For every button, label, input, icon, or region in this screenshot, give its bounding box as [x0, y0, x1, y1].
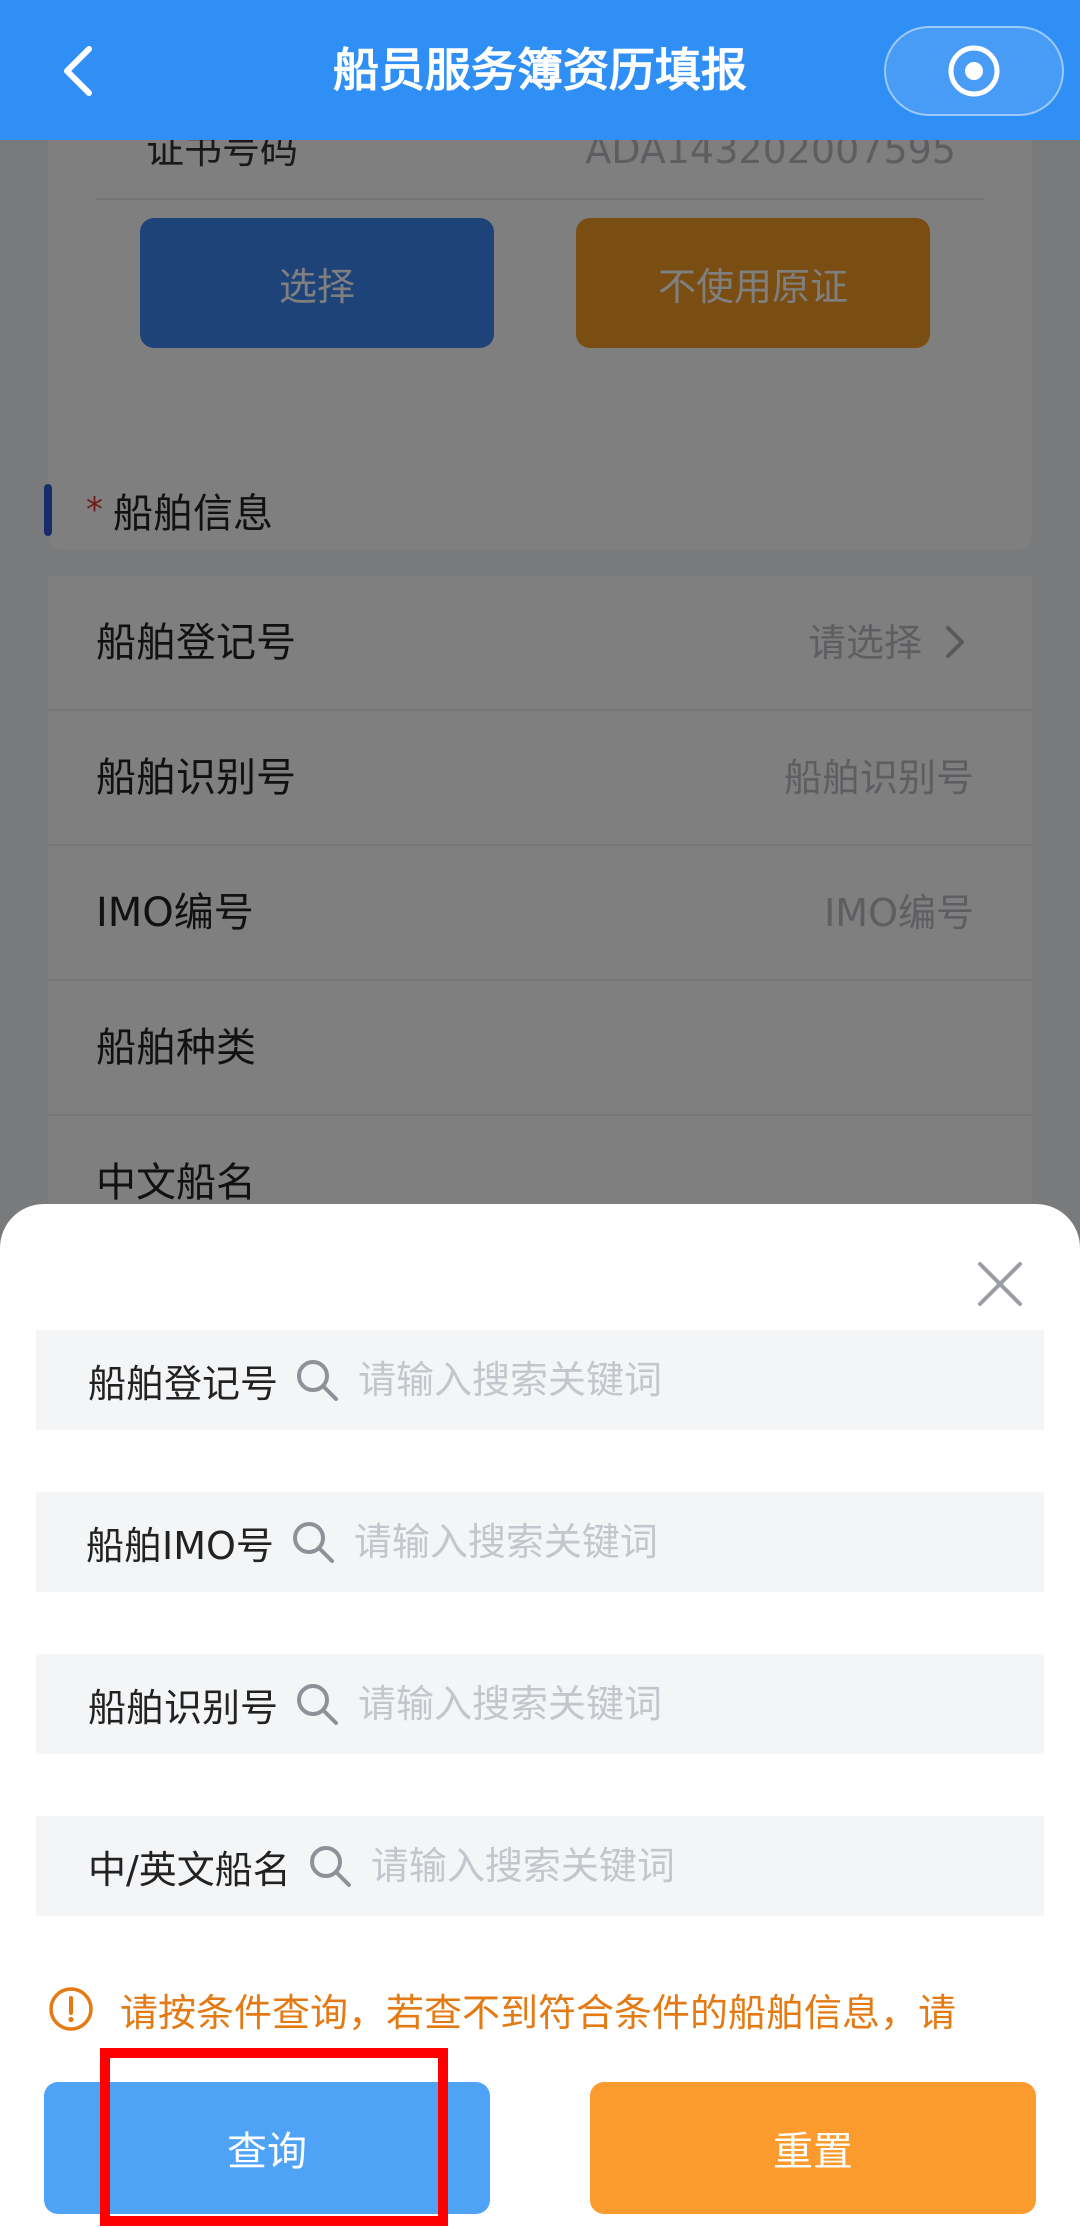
target-icon: [948, 45, 1000, 97]
field-label: 船舶识别号: [88, 1685, 279, 1730]
identification-number-search: 船舶识别号: [36, 1654, 1044, 1754]
search-icon: [309, 1846, 351, 1887]
search-icon: [292, 1522, 334, 1563]
registration-number-input[interactable]: [358, 1358, 879, 1402]
notice-text: 请按条件查询，若查不到符合条件的船舶信息，请: [120, 1990, 957, 2035]
app-header: 船员服务簿资历填报: [0, 0, 1080, 140]
close-icon[interactable]: [970, 1254, 1030, 1314]
imo-number-input[interactable]: [353, 1520, 874, 1564]
search-icon: [297, 1360, 339, 1401]
ship-name-search: 中/英文船名: [36, 1816, 1044, 1916]
search-icon: [297, 1684, 339, 1725]
reset-button[interactable]: 重置: [590, 2082, 1036, 2214]
query-button[interactable]: 查询: [44, 2082, 490, 2214]
imo-number-search: 船舶IMO号: [36, 1492, 1044, 1592]
field-label: 船舶登记号: [88, 1361, 279, 1406]
ship-name-input[interactable]: [370, 1844, 891, 1888]
warning-icon: [49, 1987, 93, 2031]
identification-number-input[interactable]: [358, 1682, 879, 1726]
field-label: 中/英文船名: [88, 1847, 291, 1892]
mini-program-capsule[interactable]: [884, 26, 1064, 116]
ship-search-sheet: 船舶登记号 船舶IMO号 船舶识别号 中/英文船名: [0, 1204, 1080, 2228]
registration-number-search: 船舶登记号: [36, 1330, 1044, 1430]
search-notice: 请按条件查询，若查不到符合条件的船舶信息，请: [48, 1974, 1048, 2044]
field-label: 船舶IMO号: [86, 1523, 274, 1568]
